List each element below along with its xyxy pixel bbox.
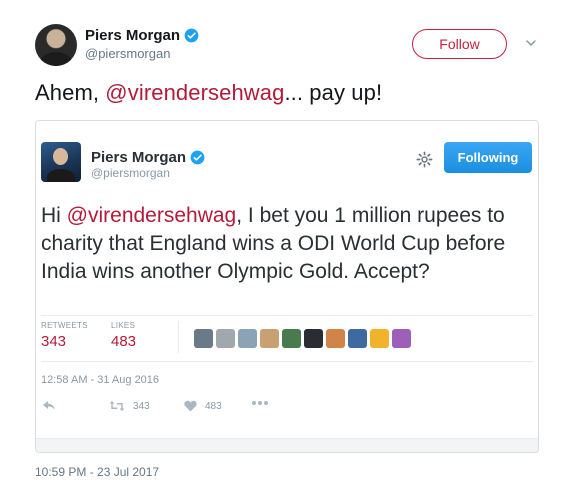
- tweet-mention-link[interactable]: @virendersehwag: [105, 80, 284, 105]
- author-avatar[interactable]: [35, 24, 77, 66]
- retweets-stat[interactable]: RETWEETS 343: [41, 321, 88, 350]
- retweets-count: 343: [41, 333, 67, 350]
- liker-avatar[interactable]: [392, 329, 411, 348]
- quoted-tweet-text: Hi @virendersehwag, I bet you 1 million …: [41, 202, 536, 286]
- tweet-text: Ahem, @virendersehwag... pay up!: [35, 80, 382, 106]
- retweets-label: RETWEETS: [41, 321, 88, 330]
- liker-avatars: [194, 329, 411, 348]
- chevron-down-icon[interactable]: [524, 36, 538, 50]
- more-dots-icon: [252, 401, 268, 405]
- like-action[interactable]: 483: [184, 400, 222, 412]
- tweet-header: Piers Morgan @piersmorgan Follow: [35, 24, 555, 68]
- liker-avatar[interactable]: [304, 329, 323, 348]
- follow-button[interactable]: Follow: [412, 29, 507, 59]
- reply-icon: [43, 401, 55, 410]
- gear-icon[interactable]: [416, 151, 433, 168]
- quoted-author-name-row[interactable]: Piers Morgan: [91, 149, 205, 166]
- liker-avatar[interactable]: [370, 329, 389, 348]
- following-button[interactable]: Following: [444, 142, 532, 173]
- quoted-author-avatar[interactable]: [41, 142, 81, 182]
- like-action-count: 483: [205, 400, 222, 412]
- liker-avatar[interactable]: [238, 329, 257, 348]
- verified-badge-icon: [184, 28, 199, 43]
- stats-divider-bottom: [41, 361, 533, 362]
- liker-avatar[interactable]: [326, 329, 345, 348]
- quoted-tweet-card: Piers Morgan @piersmorgan Following Hi @…: [36, 121, 538, 439]
- heart-icon: [184, 400, 197, 412]
- author-name-row[interactable]: Piers Morgan: [85, 27, 199, 44]
- likes-stat[interactable]: LIKES 483: [111, 321, 136, 350]
- tweet-timestamp[interactable]: 10:59 PM - 23 Jul 2017: [35, 465, 159, 479]
- quoted-text-prefix: Hi: [41, 204, 67, 227]
- quoted-author-handle[interactable]: @piersmorgan: [91, 166, 170, 180]
- quoted-timestamp[interactable]: 12:58 AM - 31 Aug 2016: [41, 374, 159, 386]
- tweet-actions: 343 483: [41, 400, 341, 414]
- likes-count: 483: [111, 333, 137, 350]
- author-display-name[interactable]: Piers Morgan: [85, 27, 180, 44]
- tweet-text-prefix: Ahem,: [35, 80, 106, 105]
- stats-divider-top: [41, 315, 533, 316]
- verified-badge-icon: [190, 150, 205, 165]
- tweet-text-suffix: ... pay up!: [284, 80, 383, 105]
- liker-avatar[interactable]: [216, 329, 235, 348]
- author-handle[interactable]: @piersmorgan: [85, 46, 170, 61]
- liker-avatar[interactable]: [260, 329, 279, 348]
- quoted-mention-link[interactable]: @virendersehwag: [67, 204, 237, 227]
- retweet-action-count: 343: [133, 400, 150, 412]
- reply-action[interactable]: [42, 400, 56, 412]
- liker-avatar[interactable]: [194, 329, 213, 348]
- retweet-action[interactable]: 343: [109, 400, 150, 412]
- liker-avatar[interactable]: [348, 329, 367, 348]
- quoted-author-name[interactable]: Piers Morgan: [91, 149, 186, 166]
- more-action[interactable]: [251, 400, 269, 406]
- retweet-icon: [109, 401, 125, 411]
- likes-label: LIKES: [111, 321, 136, 330]
- liker-avatar[interactable]: [282, 329, 301, 348]
- stats-separator: [178, 321, 179, 353]
- quoted-tweet-embed[interactable]: Piers Morgan @piersmorgan Following Hi @…: [35, 120, 539, 453]
